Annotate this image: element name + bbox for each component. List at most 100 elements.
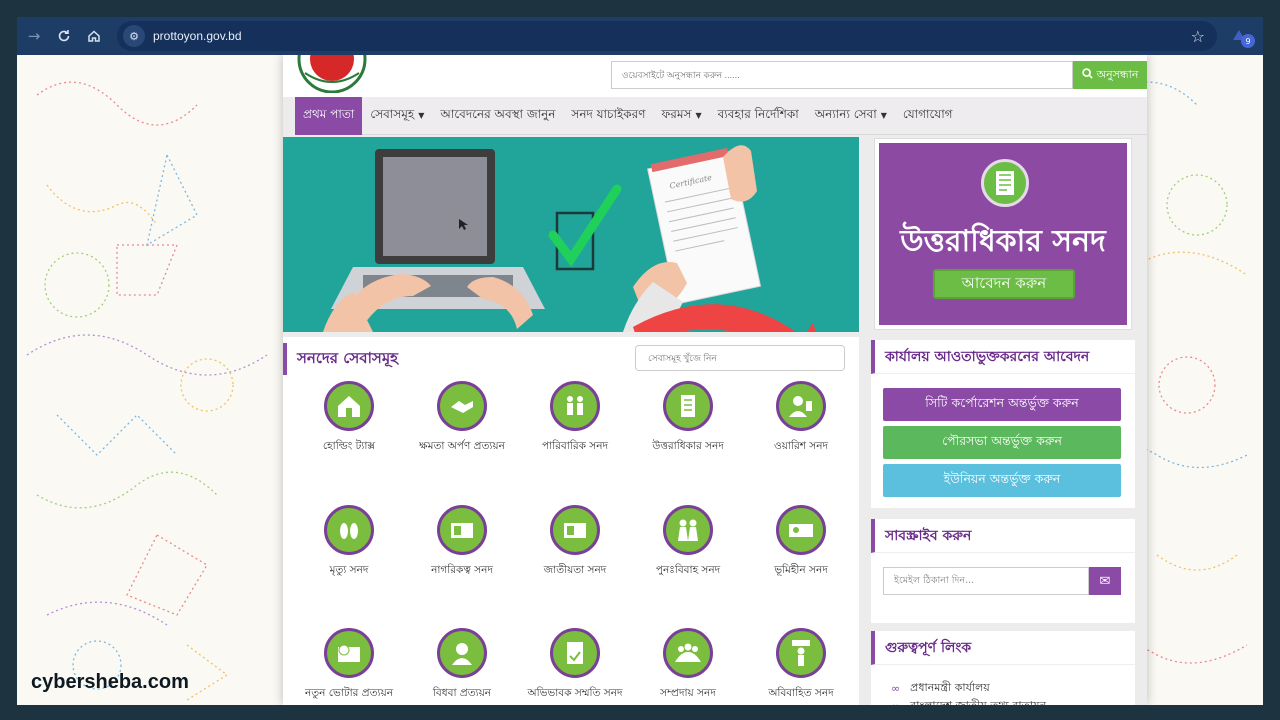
nav-label: আবেদনের অবস্থা জানুন (440, 106, 556, 121)
link-item[interactable]: ∞ প্রধানমন্ত্রী কার্যালয় (891, 679, 990, 698)
email-field[interactable]: ইমেইল ঠিকানা দিন... (883, 567, 1089, 595)
service-landless-certificate[interactable]: ভূমিহীন সনদ (745, 505, 857, 615)
doodle-background-left (26, 81, 268, 701)
service-label: বিধবা প্রত্যয়ন (432, 687, 492, 699)
family-icon (550, 381, 600, 431)
red-arrow-icon (633, 304, 817, 332)
main-page: অনুসন্ধান প্রথম পাতা সেবাসমূহ▼ আবেদনের অ… (283, 55, 1147, 705)
id-card-icon (550, 505, 600, 555)
link-item[interactable]: ∞ বাংলাদেশ জাতীয় তথ্য বাতায়ন (891, 697, 1046, 705)
document-icon (663, 381, 713, 431)
handshake-icon (437, 381, 487, 431)
service-label: জাতীয়তা সনদ (543, 564, 607, 576)
nav-item-home[interactable]: প্রথম পাতা (295, 96, 363, 135)
service-label: অভিভাবক সম্মতি সনদ (527, 687, 623, 699)
watermark-text: cybersheba.com (31, 671, 189, 693)
search-icon (1081, 68, 1093, 82)
service-heir-certificate[interactable]: ওয়ারিশ সনদ (745, 381, 857, 491)
address-bar[interactable]: ⚙ prottoyon.gov.bd (117, 21, 1217, 51)
office-widget-title: কার্যালয় আওতাভুক্তকরনের আবেদন (871, 340, 1135, 374)
links-title: গুরুত্বপূর্ণ লিংক (871, 631, 1135, 665)
nav-item-other-services[interactable]: অন্যান্য সেবা ▼ (807, 97, 895, 135)
subscribe-widget: সাবস্ক্রাইব করুন ইমেইল ঠিকানা দিন... ✉ (871, 519, 1135, 623)
nav-item-contact[interactable]: যোগাযোগ (895, 97, 961, 135)
service-label: অবিবাহিত সনদ (768, 687, 834, 699)
person-icon (776, 381, 826, 431)
service-label: নতুন ভোটার প্রত্যয়ন (305, 687, 393, 699)
city-corporation-button[interactable]: সিটি কর্পোরেশন অন্তর্ভুক্ত করুন (883, 388, 1121, 421)
envelope-icon: ✉ (1099, 573, 1111, 589)
ad-title: উত্তরাধিকার সনদ (900, 224, 1106, 259)
nav-label: প্রথম পাতা (303, 106, 355, 121)
important-links-widget: গুরুত্বপূর্ণ লিংক ∞ প্রধানমন্ত্রী কার্যা… (871, 631, 1135, 705)
extension-badge: 9 (1241, 34, 1255, 48)
service-nationality-certificate[interactable]: জাতীয়তা সনদ (519, 505, 631, 615)
services-search-input[interactable] (635, 345, 845, 371)
service-power-of-attorney[interactable]: ক্ষমতা অর্পণ প্রত্যয়ন (406, 381, 518, 491)
voter-card-icon (324, 628, 374, 678)
service-new-voter-certificate[interactable]: নতুন ভোটার প্রত্যয়ন (293, 628, 405, 705)
consent-icon (550, 628, 600, 678)
caret-down-icon: ▼ (880, 111, 887, 120)
service-label: নাগরিকত্ব সনদ (431, 564, 493, 576)
caret-down-icon: ▼ (418, 111, 425, 120)
link-icon: ∞ (891, 700, 900, 705)
service-label: মৃত্যু সনদ (329, 564, 369, 576)
services-title: সনদের সেবাসমূহ (283, 343, 398, 375)
nav-item-user-guide[interactable]: ব্যবহার নির্দেশিকা (710, 97, 807, 135)
service-label: পারিবারিক সনদ (541, 440, 609, 452)
service-guardian-consent[interactable]: অভিভাবক সম্মতি সনদ (519, 628, 631, 705)
service-remarriage-certificate[interactable]: পুনঃবিবাহ সনদ (632, 505, 744, 615)
municipality-button[interactable]: পৌরসভা অন্তর্ভুক্ত করুন (883, 426, 1121, 459)
service-death-certificate[interactable]: মৃত্যু সনদ (293, 505, 405, 615)
caret-down-icon: ▼ (695, 111, 702, 120)
hero-banner: Certificate (283, 137, 859, 332)
service-family-certificate[interactable]: পারিবারিক সনদ (519, 381, 631, 491)
services-panel: সনদের সেবাসমূহ হোল্ডিং ট্যাক্স ক্ষমতা অর… (283, 337, 859, 705)
site-info-icon[interactable]: ⚙ (123, 25, 145, 47)
link-icon: ∞ (891, 682, 901, 695)
ad-apply-button[interactable]: আবেদন করুন (933, 269, 1075, 299)
community-icon (663, 628, 713, 678)
succession-certificate-ad[interactable]: উত্তরাধিকার সনদ আবেদন করুন (875, 139, 1131, 329)
service-label: সম্প্রদায় সনদ (660, 687, 716, 699)
service-label: হোল্ডিং ট্যাক্স (322, 440, 376, 452)
site-search-input[interactable] (611, 61, 1073, 89)
service-label: ওয়ারিশ সনদ (773, 440, 828, 452)
id-card-icon (437, 505, 487, 555)
link-label: প্রধানমন্ত্রী কার্যালয় (910, 681, 990, 694)
nav-item-services[interactable]: সেবাসমূহ ▼ (362, 97, 432, 135)
bookmark-star-icon[interactable]: ☆ (1191, 27, 1205, 46)
nav-item-application-status[interactable]: আবেদনের অবস্থা জানুন (432, 97, 563, 135)
site-search-button[interactable]: অনুসন্ধান (1073, 61, 1147, 89)
main-nav: প্রথম পাতা সেবাসমূহ ▼ আবেদনের অবস্থা জানু… (295, 96, 1147, 135)
page-viewport: অনুসন্ধান প্রথম পাতা সেবাসমূহ▼ আবেদনের অ… (17, 55, 1263, 705)
service-label: উত্তরাধিকার সনদ (652, 440, 724, 452)
nav-label: সনদ যাচাইকরণ (571, 106, 646, 121)
home-button[interactable] (79, 21, 109, 51)
nav-label: ফরমস (661, 106, 692, 121)
subscribe-title: সাবস্ক্রাইব করুন (871, 519, 1135, 553)
site-header: অনুসন্ধান (283, 55, 1147, 97)
service-succession-certificate[interactable]: উত্তরাধিকার সনদ (632, 381, 744, 491)
union-button[interactable]: ইউনিয়ন অন্তর্ভুক্ত করুন (883, 464, 1121, 497)
nav-label: অন্যান্য সেবা (814, 106, 877, 121)
nav-label: ব্যবহার নির্দেশিকা (717, 106, 799, 121)
reload-button[interactable] (49, 21, 79, 51)
nav-item-forms[interactable]: ফরমস ▼ (653, 97, 709, 135)
service-citizenship-certificate[interactable]: নাগরিকত্ব সনদ (406, 505, 518, 615)
woman-icon (437, 628, 487, 678)
home-icon (88, 30, 100, 42)
nav-label: যোগাযোগ (902, 106, 953, 121)
certificate-roll-icon (981, 159, 1029, 207)
service-widow-certificate[interactable]: বিধবা প্রত্যয়ন (406, 628, 518, 705)
subscribe-button[interactable]: ✉ (1089, 567, 1121, 595)
service-unmarried-certificate[interactable]: অবিবাহিত সনদ (745, 628, 857, 705)
url-text: prottoyon.gov.bd (153, 29, 242, 43)
government-seal-logo (297, 55, 367, 93)
service-community-certificate[interactable]: সম্প্রদায় সনদ (632, 628, 744, 705)
forward-button[interactable]: → (19, 21, 49, 51)
service-holding-tax[interactable]: হোল্ডিং ট্যাক্স (293, 381, 405, 491)
house-icon (324, 381, 374, 431)
nav-item-certificate-verify[interactable]: সনদ যাচাইকরণ (563, 97, 653, 135)
